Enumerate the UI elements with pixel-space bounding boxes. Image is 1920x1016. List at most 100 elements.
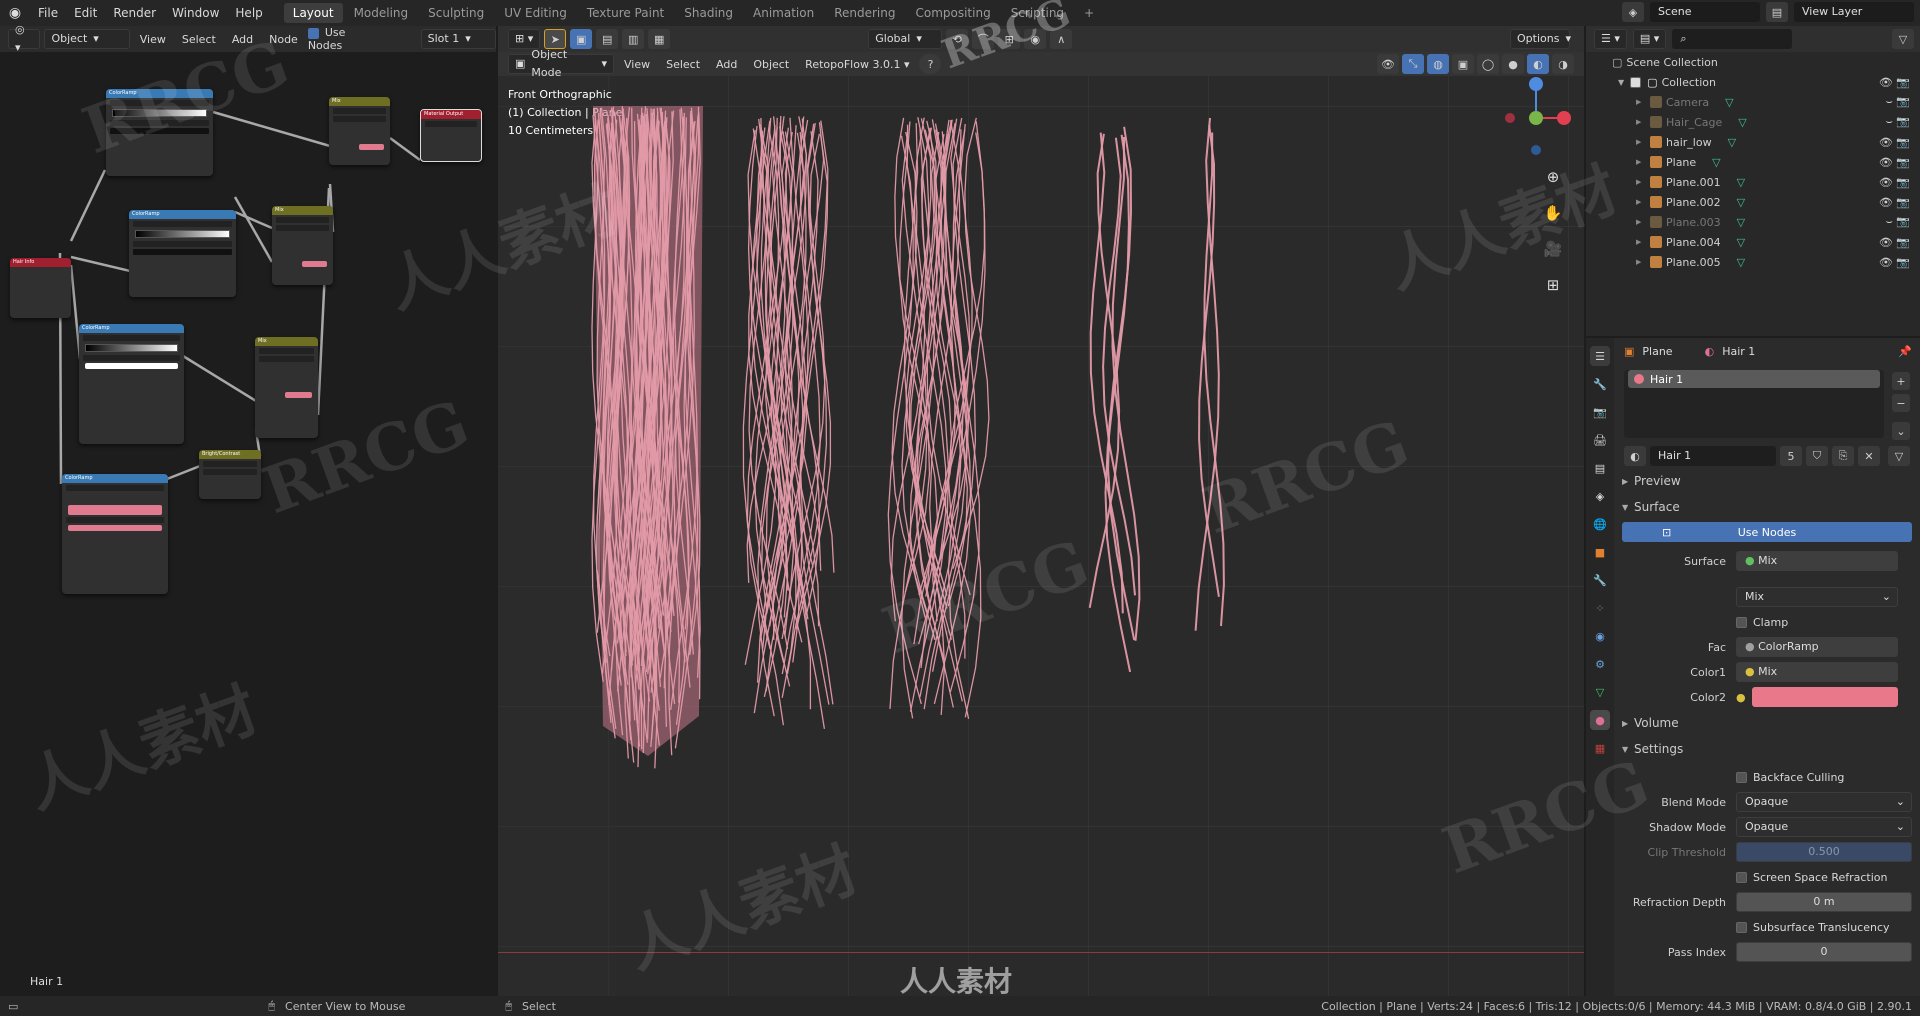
tab-scripting[interactable]: Scripting <box>1002 3 1073 23</box>
tab-sculpting[interactable]: Sculpting <box>419 3 493 23</box>
color-ramp-gradient[interactable] <box>135 230 230 238</box>
fac-input-field[interactable]: ● ColorRamp <box>1736 637 1898 657</box>
mesh-data-icon[interactable]: ▽ <box>1737 196 1745 209</box>
color2-swatch[interactable] <box>1751 687 1898 707</box>
expand-arrow-icon[interactable]: ▶ <box>1636 238 1646 246</box>
duplicate-icon[interactable]: ⎘ <box>1832 446 1854 466</box>
visibility-icon[interactable]: 👁 📷 <box>1879 236 1910 249</box>
ssr-checkbox[interactable]: Screen Space Refraction <box>1736 871 1888 884</box>
select-extend-icon[interactable]: ▤ <box>596 29 619 49</box>
texture-tab-icon[interactable]: ▦ <box>1590 738 1610 758</box>
slot-dropdown[interactable]: Slot 1 ▾ <box>420 29 496 49</box>
pin-icon[interactable]: 📌 <box>1898 345 1912 358</box>
outliner-item[interactable]: ▶ Plane ▽ 👁 📷 <box>1586 152 1920 172</box>
xray-icon[interactable]: ▣ <box>1452 54 1474 74</box>
scene-field[interactable]: Scene <box>1650 2 1760 22</box>
settings-panel[interactable]: ▼ Settings <box>1616 738 1920 760</box>
sst-checkbox[interactable]: Subsurface Translucency <box>1736 921 1890 934</box>
link-type-icon[interactable]: ▽ <box>1888 446 1910 466</box>
select-intersect-icon[interactable]: ▦ <box>648 29 671 49</box>
mesh-data-icon[interactable]: ▽ <box>1712 156 1720 169</box>
menu-edit[interactable]: Edit <box>66 0 105 26</box>
mix-node-1[interactable]: Mix <box>329 97 390 165</box>
visibility-icon[interactable]: 👁 <box>1377 54 1399 74</box>
outliner-item[interactable]: ▶ Hair_Cage ▽ ⌣ 📷 <box>1586 112 1920 132</box>
render-tab-icon[interactable]: 📷 <box>1590 402 1610 422</box>
outliner-search-input[interactable]: ⌕ <box>1672 29 1793 49</box>
outliner-item[interactable]: ▶ Camera ▽ ⌣ 📷 <box>1586 92 1920 112</box>
view-layer-field[interactable]: View Layer <box>1794 2 1914 22</box>
material-name-field[interactable]: Hair 1 <box>1650 446 1776 466</box>
ne-menu-add[interactable]: Add <box>226 33 259 46</box>
falloff-icon[interactable]: ∧ <box>1050 29 1073 49</box>
editor-type-dropdown[interactable]: ☰ <box>1590 346 1610 366</box>
mix-node-3[interactable]: Mix <box>255 337 318 438</box>
vp-menu-object[interactable]: Object <box>747 58 795 71</box>
tab-modeling[interactable]: Modeling <box>345 3 418 23</box>
transform-orientation-dropdown[interactable]: Global ▾ <box>868 29 943 49</box>
help-icon[interactable]: ? <box>919 54 942 74</box>
color-swatch[interactable] <box>68 525 162 531</box>
use-nodes-button[interactable]: ⊡ Use Nodes <box>1622 522 1912 542</box>
preview-panel[interactable]: ▶ Preview <box>1616 470 1920 492</box>
gizmo-icon[interactable]: ⤡ <box>1402 54 1424 74</box>
snap-target-icon[interactable]: ⊞ <box>998 29 1021 49</box>
visibility-icon[interactable]: ⌣ 📷 <box>1886 215 1910 229</box>
visibility-icon[interactable]: 👁 📷 <box>1879 176 1910 189</box>
camera-icon[interactable]: 🎥 <box>1540 236 1566 262</box>
snap-icon[interactable]: ⌒ <box>972 29 995 49</box>
menu-help[interactable]: Help <box>227 0 270 26</box>
hair-strands[interactable] <box>498 76 1584 996</box>
mode-dropdown[interactable]: ▣ Object Mode ▾ <box>508 48 614 79</box>
world-tab-icon[interactable]: 🌐 <box>1590 514 1610 534</box>
ne-menu-view[interactable]: View <box>134 33 172 46</box>
color-ramp-gradient[interactable] <box>85 344 178 352</box>
scene-tab-icon[interactable]: ◈ <box>1590 486 1610 506</box>
shader-type-dropdown[interactable]: Object ▾ <box>44 29 130 49</box>
expand-arrow-icon[interactable]: ▶ <box>1636 218 1646 226</box>
fake-user-icon[interactable]: ⛉ <box>1806 446 1828 466</box>
mesh-data-icon[interactable]: ▽ <box>1737 216 1745 229</box>
viewport-3d[interactable]: ⊞ ▾ ➤ ▣ ▤ ▥ ▦ Global ▾ ⟲ ⌒ ⊞ ◉ ∧ Options… <box>498 26 1584 996</box>
menu-window[interactable]: Window <box>164 0 227 26</box>
mesh-data-icon[interactable]: ▽ <box>1725 96 1733 109</box>
expand-arrow-icon[interactable]: ▶ <box>1636 98 1646 106</box>
clamp-checkbox[interactable]: Clamp <box>1736 616 1788 629</box>
visibility-icon[interactable]: 👁 📷 <box>1879 196 1910 209</box>
visibility-icon[interactable]: ⌣ 📷 <box>1886 95 1910 109</box>
colorramp-node-1[interactable]: ColorRamp <box>106 89 213 176</box>
ne-menu-select[interactable]: Select <box>176 33 222 46</box>
menu-file[interactable]: File <box>30 0 66 26</box>
display-mode-dropdown[interactable]: ▤ ▾ <box>1632 29 1667 49</box>
blend-mode-dropdown[interactable]: Opaque ⌄ <box>1736 792 1912 812</box>
user-count[interactable]: 5 <box>1780 446 1802 466</box>
pan-hand-icon[interactable]: ✋ <box>1540 200 1566 226</box>
color-swatch[interactable] <box>302 261 327 267</box>
material-tab-icon[interactable]: ● <box>1590 710 1610 730</box>
add-workspace-button[interactable]: + <box>1075 3 1103 23</box>
tab-animation[interactable]: Animation <box>744 3 823 23</box>
outliner-item[interactable]: ▶ Plane.003 ▽ ⌣ 📷 <box>1586 212 1920 232</box>
tab-shading[interactable]: Shading <box>675 3 742 23</box>
properties-editor[interactable]: ☰ 🔧 📷 🖨 ▤ ◈ 🌐 ■ 🔧 ⁘ ◉ ⚙ ▽ ● ▦ ▣ Plane ◐ … <box>1586 338 1920 996</box>
refraction-depth-field[interactable]: 0 m <box>1736 892 1912 912</box>
pass-index-field[interactable]: 0 <box>1736 942 1912 962</box>
color1-input-field[interactable]: ● Mix <box>1736 662 1898 682</box>
outliner-item[interactable]: ▶ Plane.002 ▽ 👁 📷 <box>1586 192 1920 212</box>
outliner[interactable]: ☰ ▾ ▤ ▾ ⌕ ▽ ▢ Scene Collection ▼ ▢ Colle… <box>1586 26 1920 336</box>
expand-arrow-icon[interactable]: ▶ <box>1636 138 1646 146</box>
surface-shader-field[interactable]: ● Mix <box>1736 551 1898 571</box>
outliner-item[interactable]: ▶ Plane.005 ▽ 👁 📷 <box>1586 252 1920 272</box>
menu-render[interactable]: Render <box>105 0 164 26</box>
ortho-grid-icon[interactable]: ⊞ <box>1540 272 1566 298</box>
colorramp-node-3[interactable]: ColorRamp <box>79 324 184 444</box>
scene-icon[interactable]: ◈ <box>1622 2 1644 22</box>
shadow-mode-dropdown[interactable]: Opaque ⌄ <box>1736 817 1912 837</box>
hair-info-node[interactable]: Hair Info <box>10 258 71 318</box>
output-tab-icon[interactable]: 🖨 <box>1590 430 1610 450</box>
color-swatch[interactable] <box>285 392 312 398</box>
outliner-item[interactable]: ▶ Plane.004 ▽ 👁 📷 <box>1586 232 1920 252</box>
color-ramp-gradient[interactable] <box>112 109 207 117</box>
expand-arrow-icon[interactable]: ▶ <box>1636 258 1646 266</box>
mesh-data-icon[interactable]: ▽ <box>1737 256 1745 269</box>
